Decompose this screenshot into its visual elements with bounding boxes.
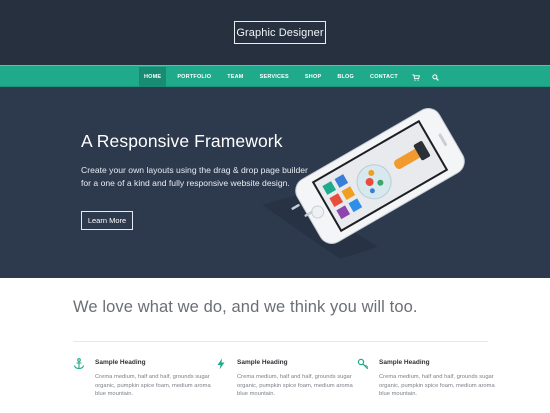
feature-text: Crema medium, half and half, grounds sug… — [237, 374, 353, 398]
cart-icon[interactable] — [409, 67, 423, 87]
nav-item-home[interactable]: HOME — [139, 67, 167, 87]
hero-section: A Responsive Framework Create your own l… — [0, 87, 550, 278]
nav-item-team[interactable]: TEAM — [222, 67, 248, 87]
nav-item-portfolio[interactable]: PORTFOLIO — [172, 67, 216, 87]
site-logo[interactable]: Graphic Designer — [234, 21, 326, 44]
feature-heading: Sample Heading — [95, 359, 146, 366]
nav-item-services[interactable]: SERVICES — [255, 67, 294, 87]
site-title[interactable]: Graphic Designer — [236, 27, 323, 39]
feature-heading: Sample Heading — [379, 359, 430, 366]
tagline: We love what we do, and we think you wil… — [73, 298, 418, 316]
nav-item-shop[interactable]: SHOP — [300, 67, 326, 87]
anchor-icon — [73, 358, 85, 370]
feature-text: Crema medium, half and half, grounds sug… — [95, 374, 211, 398]
search-icon[interactable] — [429, 67, 443, 87]
feature-heading: Sample Heading — [237, 359, 288, 366]
section-divider — [73, 341, 488, 342]
key-icon — [357, 358, 369, 370]
feature-text: Crema medium, half and half, grounds sug… — [379, 374, 495, 398]
nav-item-blog[interactable]: BLOG — [332, 67, 359, 87]
site-header: Graphic Designer — [0, 0, 550, 65]
nav-item-contact[interactable]: CONTACT — [365, 67, 403, 87]
main-nav: HOME PORTFOLIO TEAM SERVICES SHOP BLOG C… — [0, 65, 550, 87]
hero-title: A Responsive Framework — [81, 131, 283, 151]
lightning-icon — [217, 358, 225, 370]
learn-more-button[interactable]: Learn More — [81, 211, 133, 230]
hero-description: Create your own layouts using the drag &… — [81, 165, 308, 189]
